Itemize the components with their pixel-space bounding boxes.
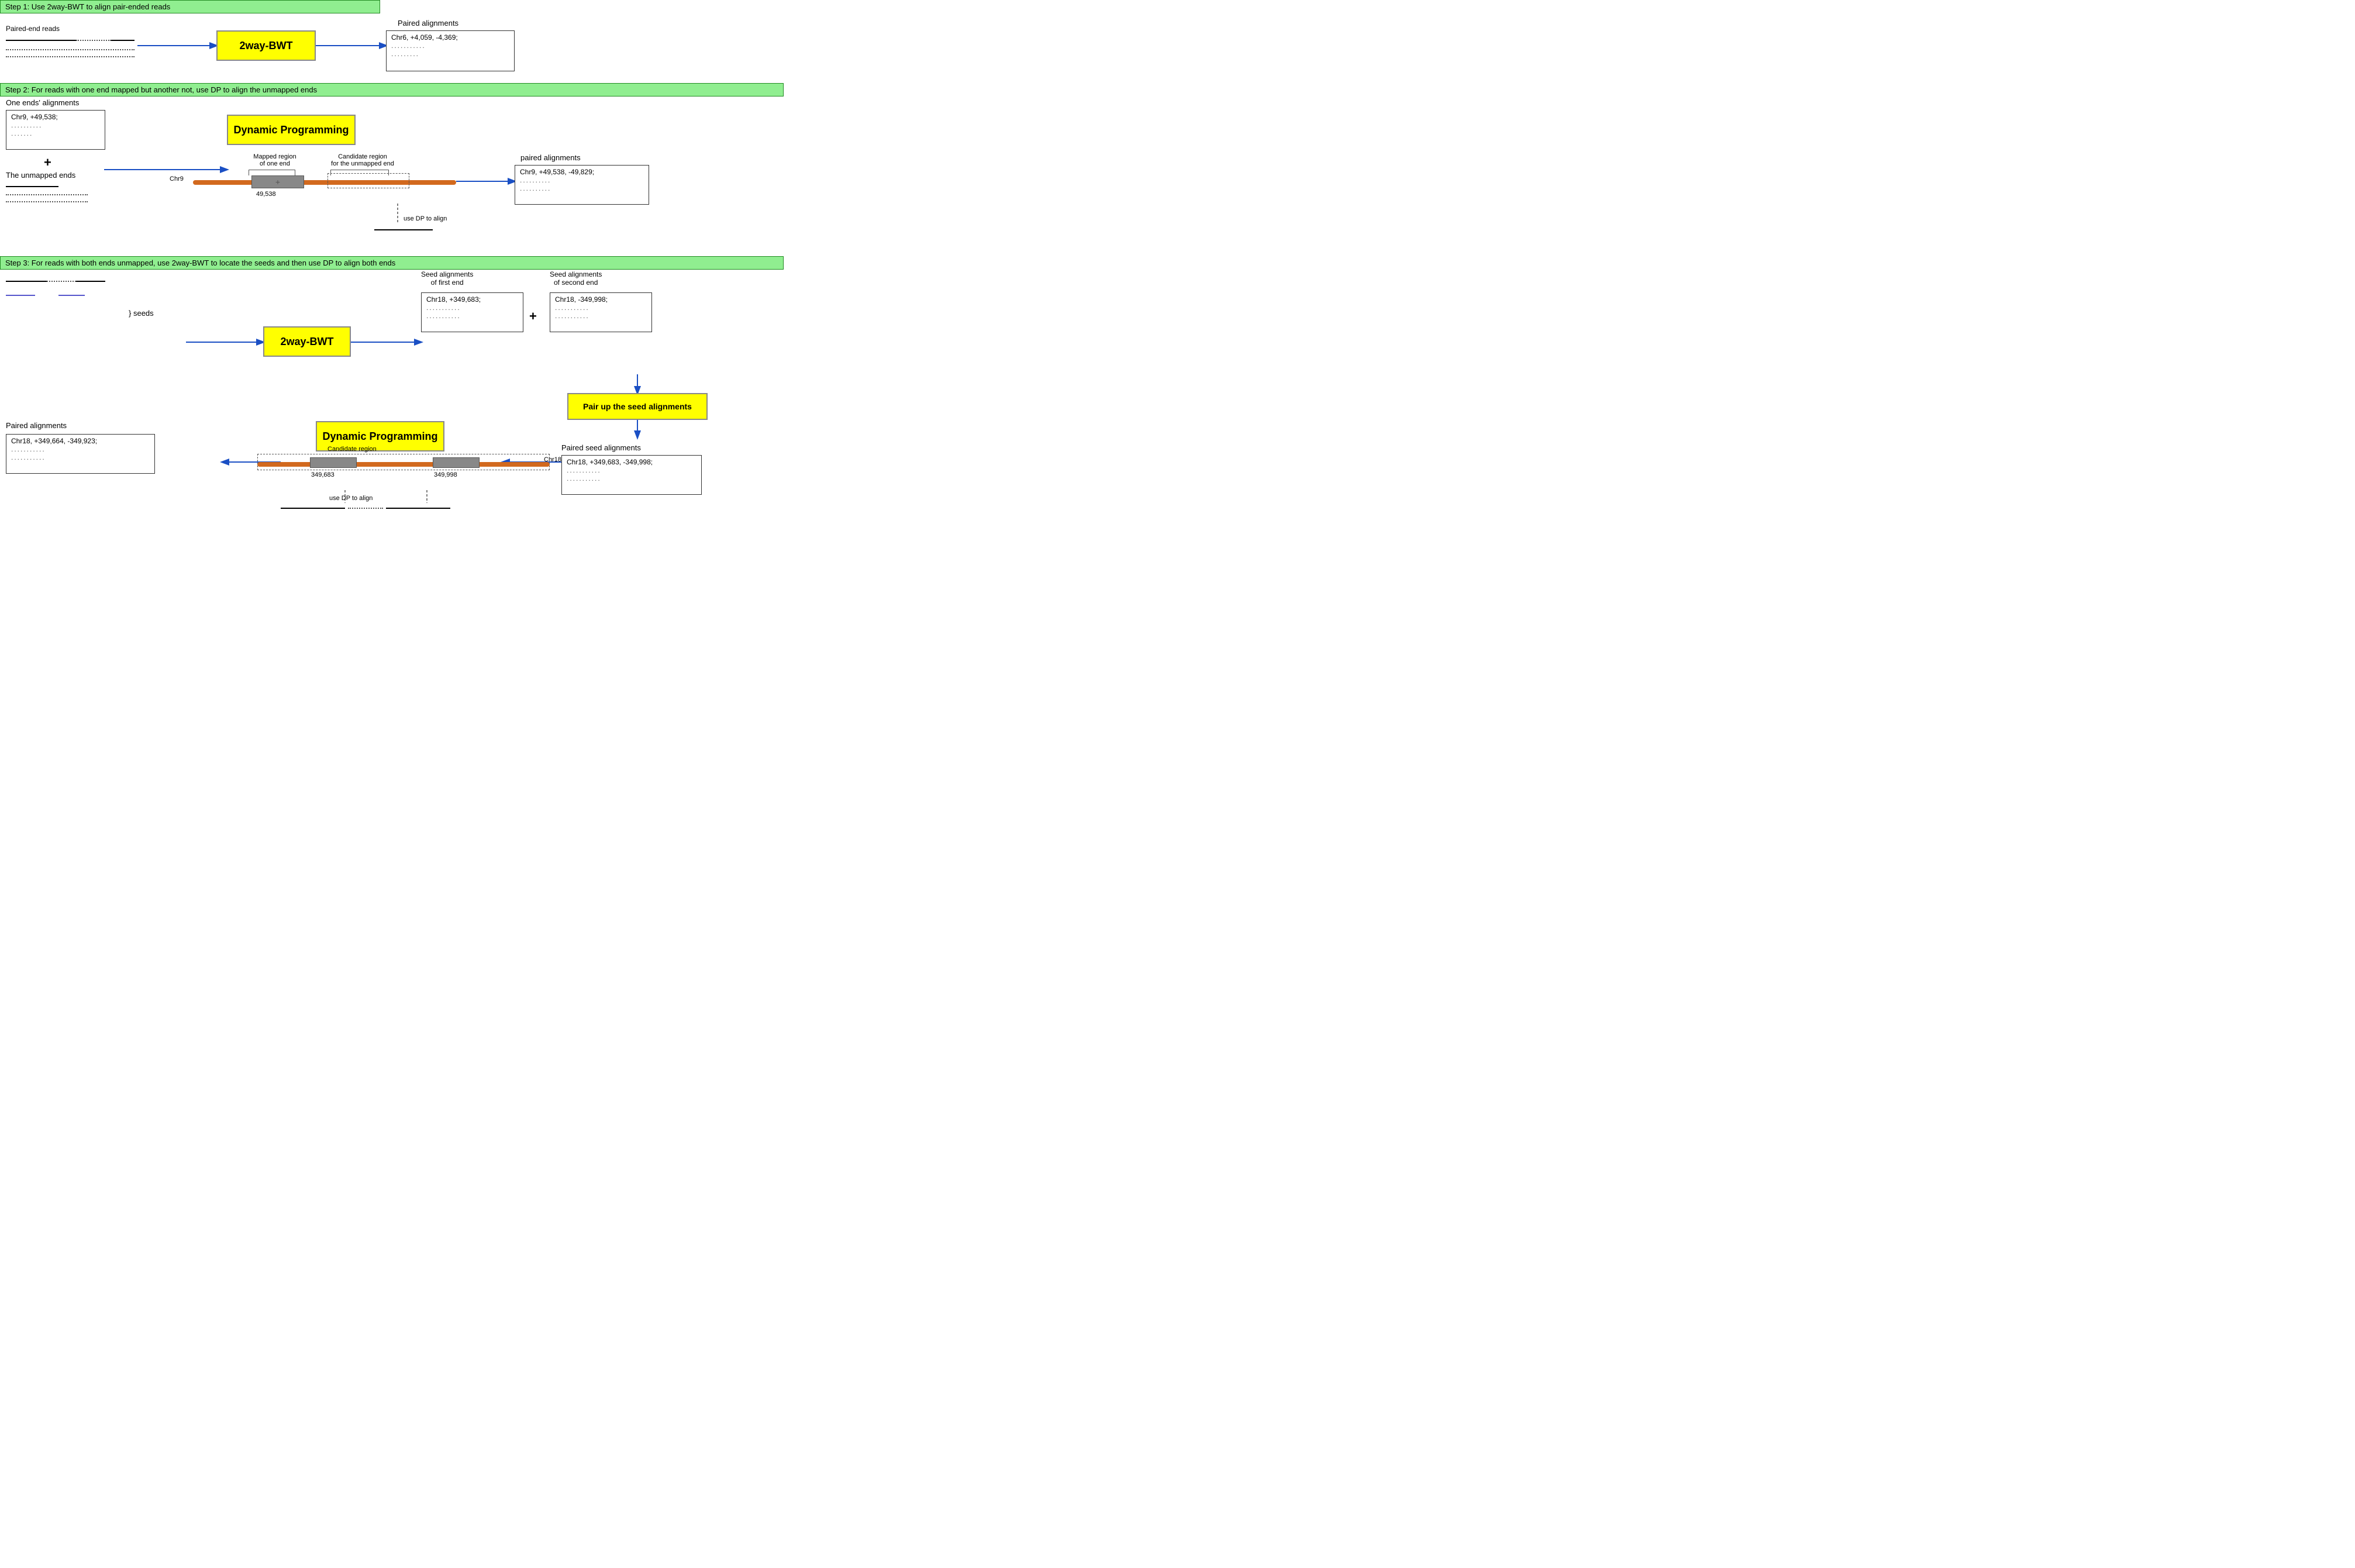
step2-candidate-label: Candidate regionfor the unmapped end: [327, 153, 398, 167]
step2-plus: +: [44, 155, 51, 170]
step2-candidate-box: [327, 173, 409, 188]
step2-output-label: paired alignments: [520, 153, 581, 162]
step3-candidate-box: [257, 454, 550, 470]
step2-unmapped-dotted2: [6, 201, 88, 202]
step3-plus-seeds: +: [529, 309, 537, 324]
step3-seed-second-box: Chr18, -349,998; ........... ...........: [550, 292, 652, 332]
step1-output-box: Chr6, +4,059, -4,369; ........... ......…: [386, 30, 515, 71]
step3-align-line1: [281, 508, 345, 509]
step2-align-line: [374, 229, 433, 230]
step2-input-label: One ends' alignments: [6, 98, 79, 107]
step2-unmapped-dotted1: [6, 194, 88, 195]
step1-read-line1: [6, 40, 76, 41]
step1-read-dotted2: [6, 49, 135, 50]
step2-header: Step 2: For reads with one end mapped bu…: [0, 83, 784, 97]
step1-header: Step 1: Use 2way-BWT to align pair-ended…: [0, 0, 380, 13]
step3-pairup-box: Pair up the seed alignments: [567, 393, 708, 420]
step3-pos2-label: 349,998: [434, 471, 457, 478]
step2-genome-bar: [193, 180, 456, 185]
step3-read2a: [6, 295, 35, 296]
step3-header: Step 3: For reads with both ends unmappe…: [0, 256, 784, 270]
step3-seeds-brace: } seeds: [129, 309, 154, 318]
step1-output-label: Paired alignments: [398, 19, 458, 27]
step3-read1b: [76, 281, 105, 282]
step3-candidate-label: Candidate region: [327, 446, 377, 453]
step2-output-box: Chr9, +49,538, -49,829; .......... .....…: [515, 165, 649, 205]
step3-align-line2: [386, 508, 450, 509]
step2-position-label: 49,538: [256, 191, 276, 198]
step1-bwt-box: 2way-BWT: [216, 30, 316, 61]
step1-read-dotted1: [76, 40, 111, 41]
step3-bwt-box: 2way-BWT: [263, 326, 351, 357]
step2-mapped-brace: [249, 170, 295, 175]
step3-output-label: Paired alignments: [6, 421, 67, 430]
step3-read1-dot: [47, 281, 76, 282]
step3-paired-seed-box: Chr18, +349,683, -349,998; ........... .…: [561, 455, 702, 495]
step2-mapped-box: +: [251, 175, 304, 188]
step2-unmapped-label: The unmapped ends: [6, 171, 75, 180]
step2-input-box: Chr9, +49,538; .......... .......: [6, 110, 105, 150]
step3-read2b: [58, 295, 85, 296]
step1-read-dotted3: [6, 56, 135, 57]
step3-seed-first-box: Chr18, +349,683; ........... ...........: [421, 292, 523, 332]
step3-seed-second-label: Seed alignmentsof second end: [550, 270, 602, 287]
step3-paired-seed-label: Paired seed alignments: [561, 443, 641, 452]
step2-chr9-label: Chr9: [170, 175, 184, 182]
step3-align-line-dot: [348, 508, 383, 509]
step3-use-dp-label: use DP to align: [329, 495, 373, 502]
step3-output-box: Chr18, +349,664, -349,923; ........... .…: [6, 434, 155, 474]
step3-pos1-label: 349,683: [311, 471, 335, 478]
step2-unmapped-line1: [6, 186, 58, 187]
step2-mapped-region-label: Mapped regionof one end: [246, 153, 304, 167]
step1-read-line2: [111, 40, 135, 41]
step1-reads-label: Paired-end reads: [6, 25, 60, 33]
step2-use-dp-label: use DP to align: [404, 215, 447, 222]
step3-seed-first-label: Seed alignmentsof first end: [421, 270, 473, 287]
step3-read1a: [6, 281, 47, 282]
step2-dp-box: Dynamic Programming: [227, 115, 356, 145]
